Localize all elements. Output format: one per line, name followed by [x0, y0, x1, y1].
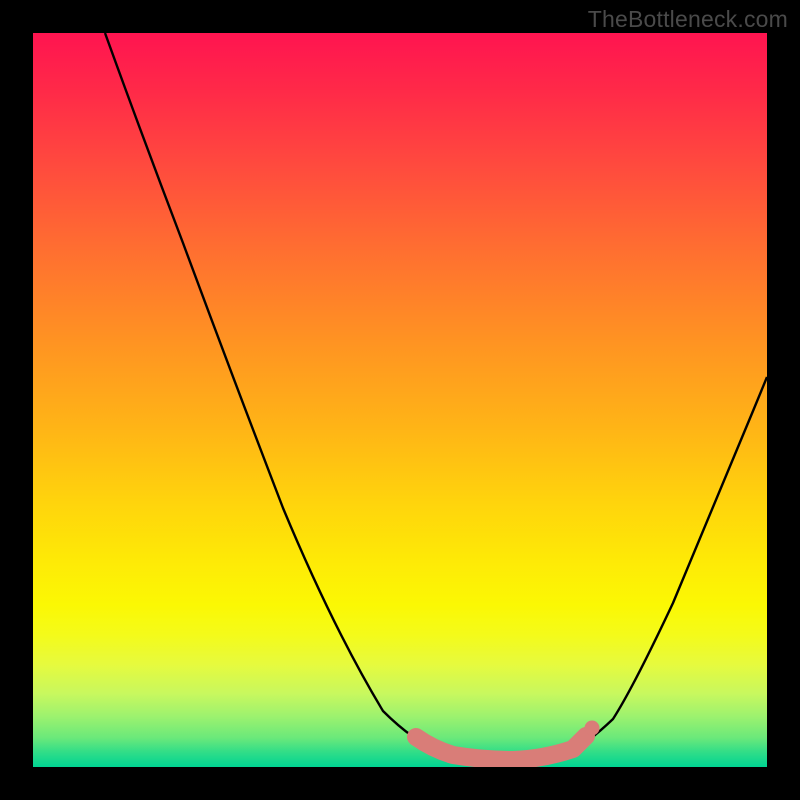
plot-area: [33, 33, 767, 767]
optimal-zone-band: [416, 736, 586, 760]
chart-svg: [33, 33, 767, 767]
bottleneck-curve: [105, 33, 767, 762]
optimal-zone-endpoint: [585, 721, 600, 736]
watermark-text: TheBottleneck.com: [588, 6, 788, 33]
chart-frame: TheBottleneck.com: [0, 0, 800, 800]
